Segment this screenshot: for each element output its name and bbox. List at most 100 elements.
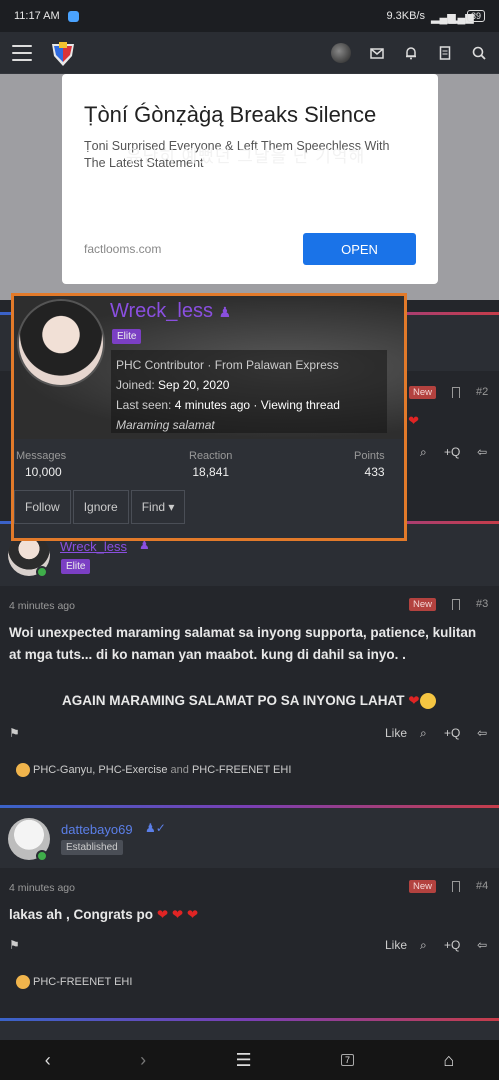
flag-icon[interactable]: ⚑ [9,938,20,952]
heart-icon: ❤ [408,693,420,708]
site-logo[interactable] [48,38,78,68]
reaction-emoji-icon [16,763,30,777]
new-tag: New [409,598,437,611]
system-nav-bar: ‹ › ☰ 7 ⌂ [0,1040,499,1080]
back-icon[interactable]: ‹ [45,1050,51,1071]
ad-domain: factlooms.com [84,242,162,256]
post-actions: ⚑ Like ⌕ +Q ⇦ [0,726,499,746]
user-avatar-icon[interactable] [331,42,351,63]
reply-icon[interactable]: ⌕ [420,726,427,741]
user-badge: Elite [61,559,91,574]
post-4: 4 minutes ago New #4 lakas ah , Congrats… [0,868,499,1028]
follow-button[interactable]: Follow [14,490,71,524]
quote-button[interactable]: +Q [444,445,460,459]
app-header [0,32,499,74]
stat-points: Points 433 [354,450,385,479]
member-name-text[interactable]: Wreck_less [110,300,213,322]
stat-value: 18,841 [192,465,230,479]
ad-container: Ṭòní Ǵònẓàġą Breaks Silence Ṭoni Surpris… [0,74,499,300]
reaction-summary[interactable]: PHC-FREENET EHI [16,975,132,989]
reactor-last[interactable]: PHC-FREENET EHI [192,764,291,776]
joined-label: Joined: [116,378,155,392]
reply-icon[interactable]: ⌕ [420,445,427,460]
reactor-and: and [170,763,189,776]
forward-icon[interactable]: › [140,1050,146,1071]
bookmark-icon[interactable] [452,599,460,610]
network-speed: 9.3KB/s [386,10,425,22]
post-time[interactable]: 4 minutes ago [9,882,75,894]
status-time: 11:17 AM [14,10,60,22]
signal-icon: ▂▄▆ [430,12,456,24]
post-number[interactable]: #2 [476,386,488,398]
username-link[interactable]: dattebayo69 [61,822,133,837]
post-actions: ⚑ Like ⌕ +Q ⇦ [0,938,499,958]
member-actions: Follow Ignore Find ▾ [14,490,186,524]
last-seen-label: Last seen: [116,398,172,412]
ad-card[interactable]: Ṭòní Ǵònẓàġą Breaks Silence Ṭoni Surpris… [62,74,438,284]
search-icon[interactable] [471,45,487,61]
member-avatar[interactable] [17,299,105,387]
bell-icon[interactable] [403,45,419,61]
quote-button[interactable]: +Q [444,726,460,740]
stat-reaction: Reaction 18,841 [189,450,232,479]
reply-icon[interactable]: ⌕ [420,938,427,953]
stat-label: Reaction [189,450,233,462]
ad-title[interactable]: Ṭòní Ǵònẓàġą Breaks Silence [84,102,376,128]
verified-user-icon: ♟✓ [145,821,166,835]
online-indicator [36,850,48,862]
user-badge: Established [61,840,123,855]
status-app-icon [67,10,79,22]
stat-value: 433 [364,465,385,479]
flag-icon[interactable]: ⚑ [9,726,20,740]
stat-messages[interactable]: Messages 10,000 [16,450,66,479]
document-icon[interactable] [437,45,453,61]
reaction-summary[interactable]: PHC-Ganyu, PHC-Exercise and PHC-FREENET … [16,763,291,777]
new-tag: New [409,386,437,399]
like-button[interactable]: Like [385,726,407,740]
like-button[interactable]: Like [385,938,407,952]
post-number[interactable]: #3 [476,598,488,610]
last-seen-value: 4 minutes ago · Viewing thread [174,398,340,412]
post-time[interactable]: 4 minutes ago [9,600,75,612]
share-icon[interactable]: ⇦ [477,726,487,740]
member-last-seen: Last seen: 4 minutes ago · Viewing threa… [116,395,382,415]
status-bar: 11:17 AM 9.3KB/s ▂▄▆ ▂▄▆ 39 [0,0,499,32]
post-body-text: lakas ah , Congrats po [9,907,154,922]
stat-label: Messages [16,450,67,462]
bookmark-icon[interactable] [452,387,460,398]
quote-button[interactable]: +Q [444,938,460,952]
menu-icon[interactable]: ☰ [235,1050,251,1071]
stat-label: Points [354,450,385,462]
heart-icon: ❤ [408,413,419,428]
share-icon[interactable]: ⇦ [477,445,487,459]
post-body: Woi unexpected maraming salamat sa inyon… [9,625,477,662]
online-indicator [36,566,48,578]
ignore-button[interactable]: Ignore [72,490,129,524]
post-3: 4 minutes ago New #3 Woi unexpected mara… [0,586,499,806]
member-tooltip: Wreck_less ♟ Elite PHC Contributor · Fro… [11,293,407,541]
home-icon[interactable]: ⌂ [443,1050,454,1071]
member-name[interactable]: Wreck_less ♟ [110,300,231,323]
ad-overlay-text: 유난히 예뻤던 그날을 난 기억해 [126,147,366,166]
members-group-icon: ♟ [218,304,232,320]
tabs-icon[interactable]: 7 [341,1054,355,1066]
reactor-names[interactable]: PHC-Ganyu, PHC-Exercise [33,764,167,776]
stat-value: 10,000 [25,465,62,479]
find-dropdown-button[interactable]: Find ▾ [130,490,186,524]
post-number[interactable]: #4 [476,880,488,892]
signal-icon-2: ▂▄▆ [448,12,474,24]
menu-icon[interactable] [12,44,32,61]
ad-open-button[interactable]: OPEN [303,233,416,265]
post-body-line: AGAIN MARAMING SALAMAT PO SA INYONG LAHA… [62,690,482,712]
username-link[interactable]: Wreck_less [60,539,127,554]
reactor-names[interactable]: PHC-FREENET EHI [33,976,132,988]
inbox-icon[interactable] [369,45,385,61]
reaction-emoji-icon [16,975,30,989]
smile-emoji-icon [419,693,436,710]
share-icon[interactable]: ⇦ [477,938,487,952]
member-info: PHC Contributor · From Palawan Express J… [111,350,387,433]
heart-icon: ❤ ❤ ❤ [156,907,199,922]
member-joined: Joined: Sep 20, 2020 [116,375,382,395]
post-body: lakas ah , Congrats po ❤ ❤ ❤ [9,904,489,926]
bookmark-icon[interactable] [452,881,460,892]
